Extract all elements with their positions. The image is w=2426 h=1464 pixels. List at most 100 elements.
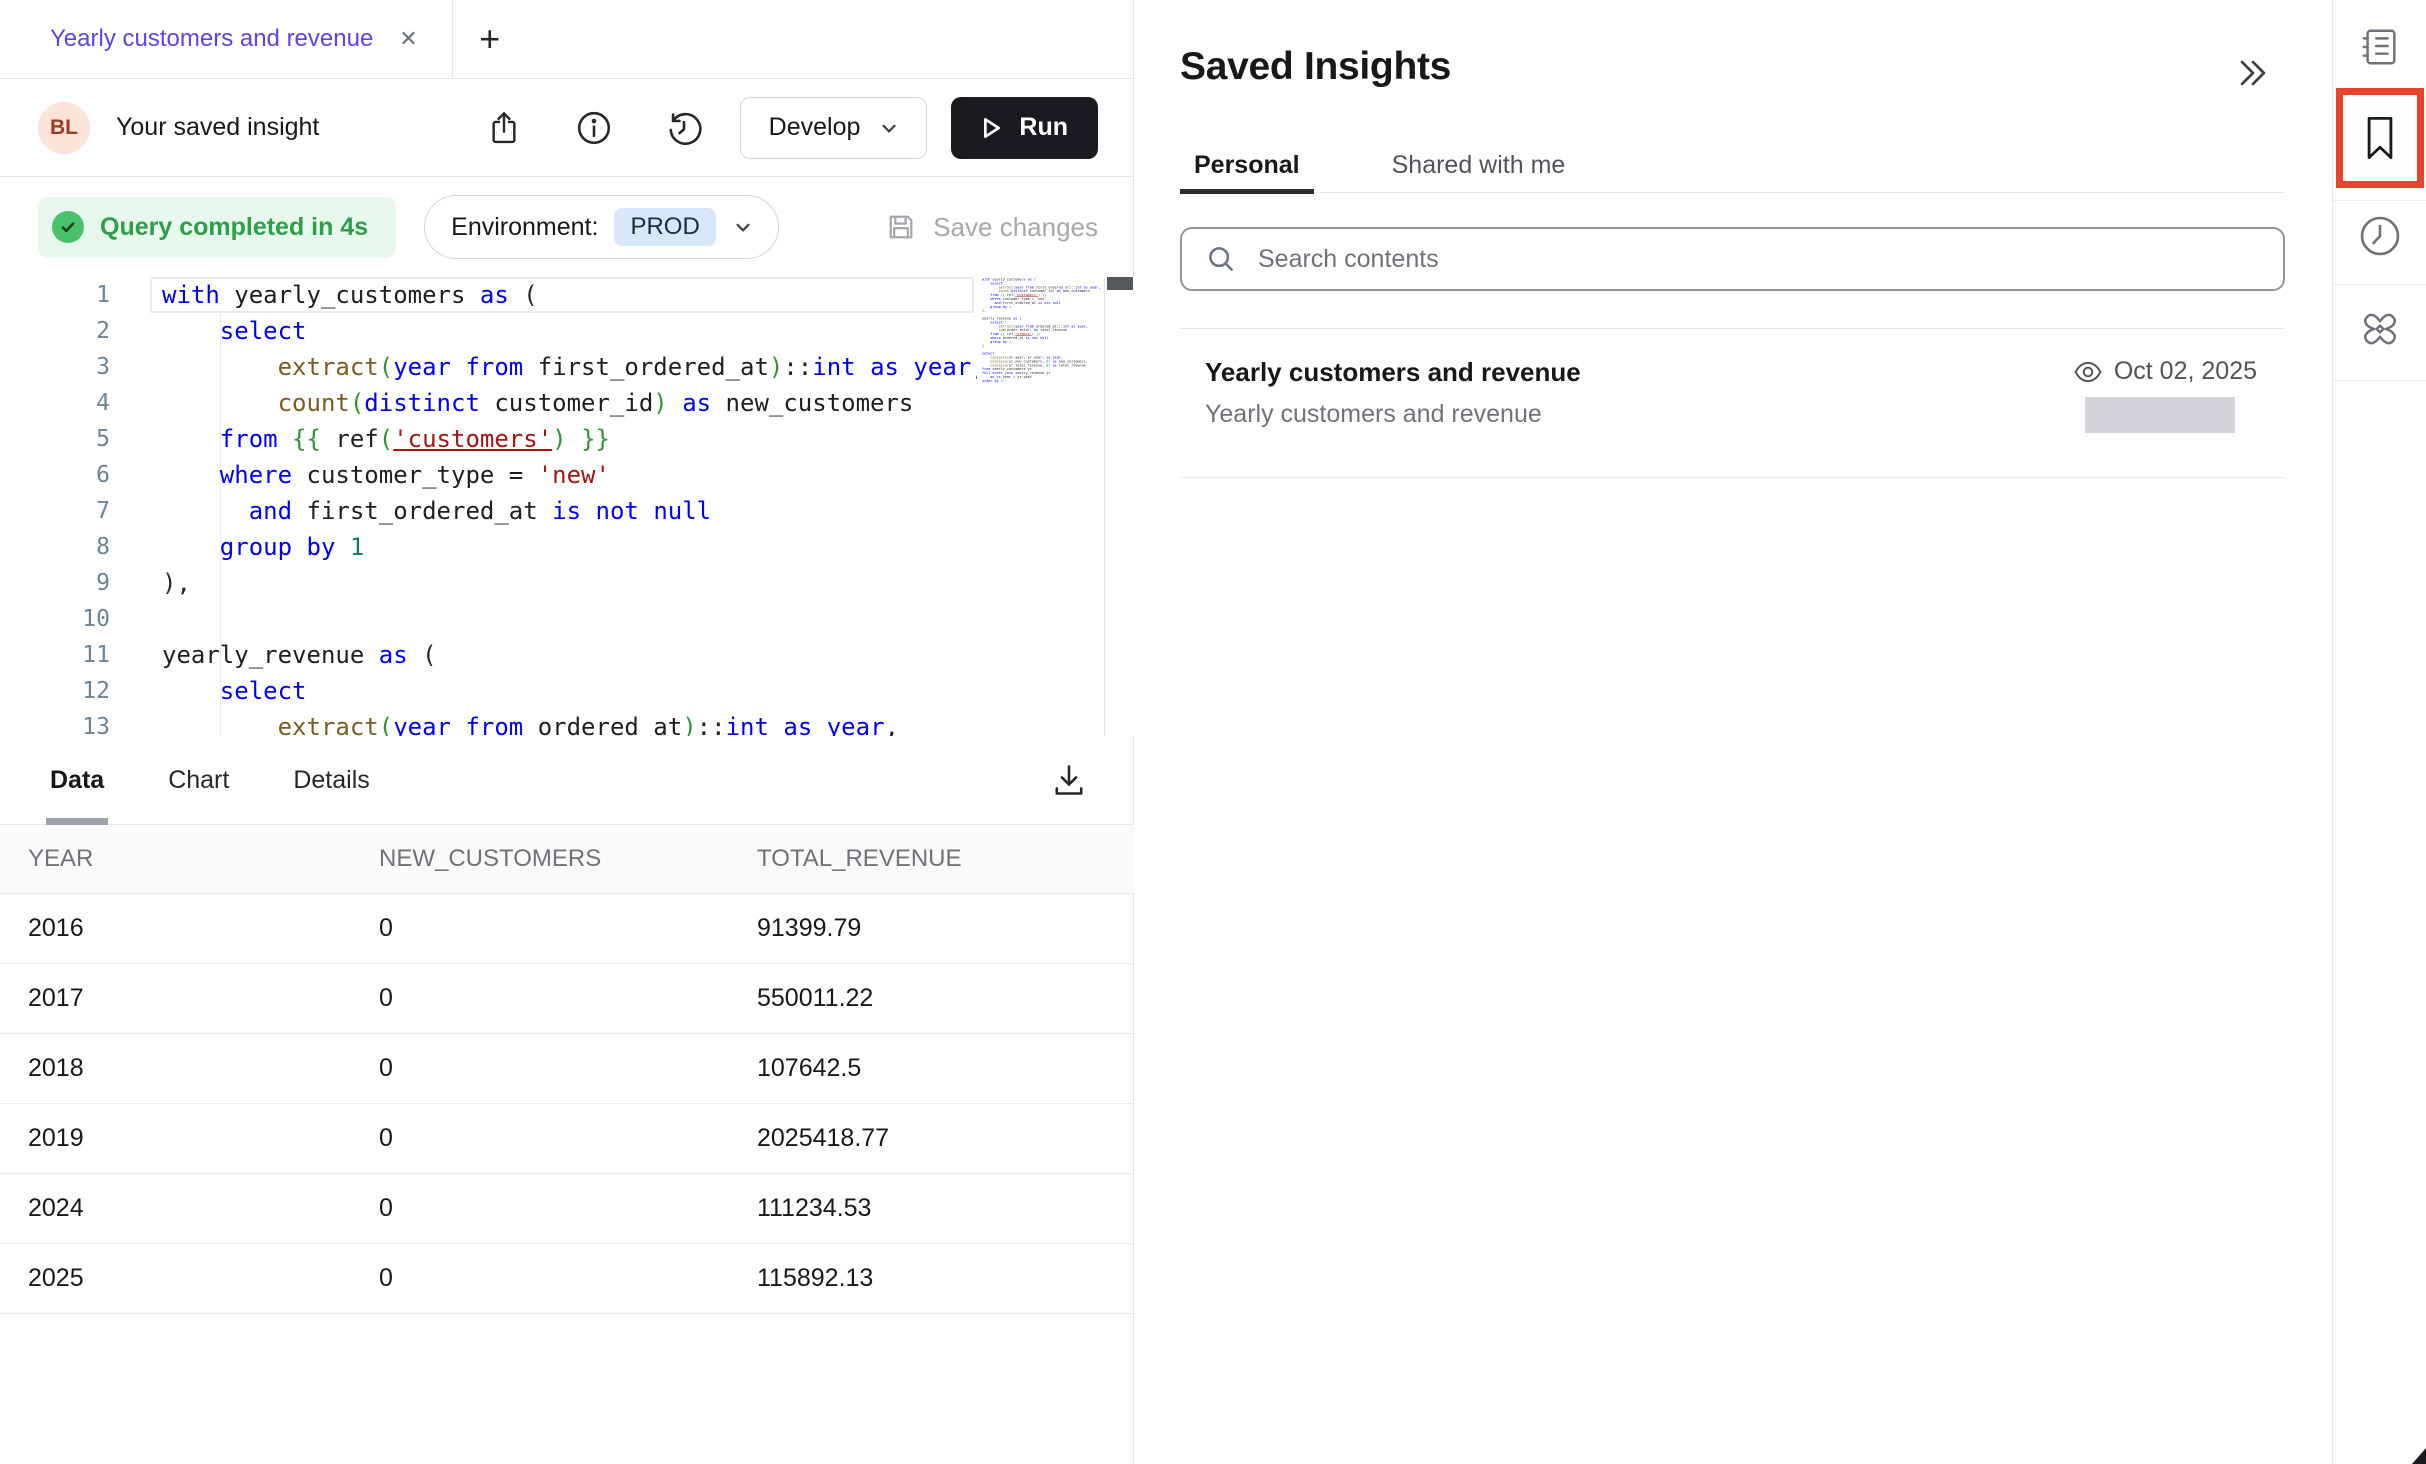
- divider: [1180, 477, 2285, 478]
- toolbar-icon-group: [486, 110, 702, 146]
- insights-list: Yearly customers and revenueOct 02, 2025…: [1135, 355, 2332, 478]
- collapse-panel-icon[interactable]: [2236, 58, 2270, 88]
- run-label: Run: [1019, 113, 1068, 142]
- column-header[interactable]: NEW_CUSTOMERS: [372, 845, 752, 873]
- line-number: 1: [0, 277, 110, 313]
- table-cell: 2018: [0, 1054, 372, 1083]
- line-number: 9: [0, 565, 110, 601]
- column-header[interactable]: YEAR: [0, 845, 372, 873]
- divider: [2333, 284, 2426, 285]
- line-number: 12: [0, 673, 110, 709]
- editor-pane: Yearly customers and revenue ✕ + BL Your…: [0, 0, 1134, 1464]
- line-number: 11: [0, 637, 110, 673]
- search-input[interactable]: [1258, 245, 2259, 274]
- info-icon[interactable]: [576, 110, 612, 146]
- table-cell: 0: [372, 1264, 752, 1293]
- search-box[interactable]: [1180, 227, 2285, 291]
- right-sidebar: [2332, 0, 2426, 1464]
- bookmark-icon: [2360, 114, 2400, 162]
- table-cell: 0: [372, 914, 752, 943]
- table-cell: 0: [372, 1124, 752, 1153]
- avatar: BL: [38, 102, 90, 154]
- table-row[interactable]: 201902025418.77: [0, 1104, 1134, 1174]
- editor-minimap[interactable]: with yearly_customers as ( select extrac…: [977, 277, 1105, 736]
- develop-button[interactable]: Develop: [740, 97, 928, 159]
- saved-insights-sidebar-button[interactable]: [2336, 88, 2424, 188]
- save-icon: [885, 211, 917, 243]
- table-row[interactable]: 2016091399.79: [0, 894, 1134, 964]
- status-row: Query completed in 4s Environment: PROD …: [0, 177, 1133, 277]
- lineage-icon[interactable]: [2333, 306, 2426, 352]
- table-cell: 0: [372, 1194, 752, 1223]
- table-cell: 111234.53: [752, 1194, 1134, 1223]
- tab-details[interactable]: Details: [293, 736, 369, 824]
- tab-shared-with-me[interactable]: Shared with me: [1378, 138, 1580, 192]
- table-row[interactable]: 20180107642.5: [0, 1034, 1134, 1104]
- code-lines: 1with yearly_customers as (2 select3 ext…: [0, 277, 977, 736]
- run-button[interactable]: Run: [951, 97, 1098, 159]
- line-number: 8: [0, 529, 110, 565]
- table-cell: 2016: [0, 914, 372, 943]
- code-line[interactable]: 1with yearly_customers as (: [0, 277, 977, 313]
- insights-tabs: Personal Shared with me: [1180, 138, 2285, 193]
- code-line[interactable]: 13 extract(year from ordered_at)::int as…: [0, 709, 977, 736]
- close-icon[interactable]: ✕: [399, 26, 417, 52]
- query-status-text: Query completed in 4s: [100, 213, 368, 242]
- table-cell: 91399.79: [752, 914, 1134, 943]
- code-line[interactable]: 4 count(distinct customer_id) as new_cus…: [0, 385, 977, 421]
- develop-label: Develop: [769, 113, 861, 142]
- minimap-code: with yearly_customers as ( select extrac…: [977, 277, 1105, 383]
- sql-editor[interactable]: 1with yearly_customers as (2 select3 ext…: [0, 277, 1134, 736]
- app-root: Yearly customers and revenue ✕ + BL Your…: [0, 0, 2426, 1464]
- tab-yearly-customers-and-revenue[interactable]: Yearly customers and revenue ✕: [0, 0, 453, 78]
- table-row[interactable]: 20250115892.13: [0, 1244, 1134, 1314]
- code-line[interactable]: 12 select: [0, 673, 977, 709]
- saved-insight-item[interactable]: Yearly customers and revenueOct 02, 2025…: [1180, 355, 2285, 459]
- tab-chart[interactable]: Chart: [168, 736, 229, 824]
- notebook-icon[interactable]: [2333, 26, 2426, 68]
- new-tab-button[interactable]: +: [453, 0, 527, 78]
- code-line[interactable]: 7 and first_ordered_at is not null: [0, 493, 977, 529]
- check-icon: [52, 211, 84, 243]
- save-changes-label: Save changes: [933, 212, 1098, 243]
- environment-selector[interactable]: Environment: PROD: [424, 195, 779, 259]
- save-changes-button[interactable]: Save changes: [885, 211, 1098, 243]
- tab-bar: Yearly customers and revenue ✕ +: [0, 0, 1133, 79]
- search-icon: [1206, 244, 1236, 274]
- line-number: 7: [0, 493, 110, 529]
- divider: [2333, 380, 2426, 381]
- code-line[interactable]: 8 group by 1: [0, 529, 977, 565]
- history-icon[interactable]: [666, 110, 702, 146]
- table-body: 2016091399.7920170550011.2220180107642.5…: [0, 894, 1134, 1314]
- eye-icon: [2074, 360, 2102, 384]
- results-tabs-group: Data Chart Details: [50, 736, 370, 824]
- share-icon[interactable]: [486, 110, 522, 146]
- code-line[interactable]: 5 from {{ ref('customers') }}: [0, 421, 977, 457]
- line-number: 10: [0, 601, 110, 637]
- code-line[interactable]: 3 extract(year from first_ordered_at)::i…: [0, 349, 977, 385]
- table-row[interactable]: 20240111234.53: [0, 1174, 1134, 1244]
- table-row[interactable]: 20170550011.22: [0, 964, 1134, 1034]
- line-number: 13: [0, 709, 110, 736]
- line-number: 4: [0, 385, 110, 421]
- saved-insights-panel: Saved Insights PersonalShared with me Ye…: [1135, 0, 2332, 1464]
- tab-personal[interactable]: Personal: [1180, 138, 1314, 192]
- code-line[interactable]: 6 where customer_type = 'new': [0, 457, 977, 493]
- table-cell: 2025: [0, 1264, 372, 1293]
- divider: [1180, 328, 2285, 329]
- tab-data[interactable]: Data: [50, 736, 104, 824]
- code-line[interactable]: 9),: [0, 565, 977, 601]
- download-icon[interactable]: [1051, 762, 1087, 798]
- code-line[interactable]: 10: [0, 601, 977, 637]
- line-number: 3: [0, 349, 110, 385]
- table-cell: 115892.13: [752, 1264, 1134, 1293]
- table-cell: 2019: [0, 1124, 372, 1153]
- code-line[interactable]: 2 select: [0, 313, 977, 349]
- code-line[interactable]: 11yearly_revenue as (: [0, 637, 977, 673]
- insight-label: Your saved insight: [116, 113, 319, 142]
- editor-scrollbar-thumb[interactable]: [1107, 277, 1133, 290]
- column-header[interactable]: TOTAL_REVENUE: [752, 845, 1134, 873]
- line-number: 6: [0, 457, 110, 493]
- clock-icon[interactable]: [2333, 214, 2426, 258]
- table-cell: 107642.5: [752, 1054, 1134, 1083]
